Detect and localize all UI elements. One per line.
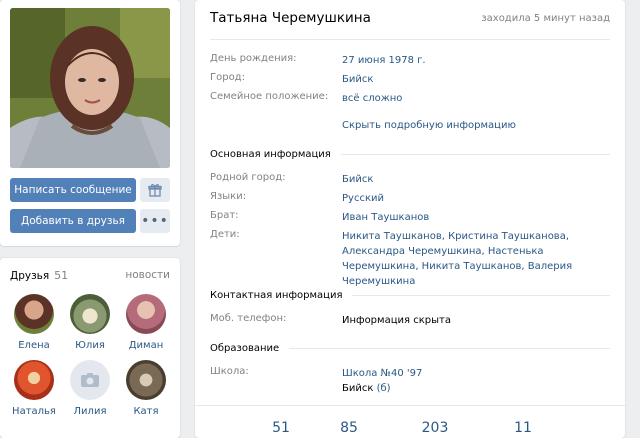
friend-avatar-placeholder: [70, 360, 110, 400]
counter-photos[interactable]: 203: [410, 420, 460, 436]
info-value-link[interactable]: Иван Таушканов: [342, 210, 622, 225]
info-value-link[interactable]: Бийск: [342, 72, 622, 87]
info-value-link[interactable]: Русский: [342, 191, 622, 206]
friend-item[interactable]: Лилия: [62, 360, 118, 417]
school-link[interactable]: Школа №40 '97: [342, 366, 622, 381]
friends-news-link[interactable]: новости: [125, 269, 170, 282]
info-value: Информация скрыта: [342, 315, 451, 326]
online-status: заходила 5 минут назад: [481, 13, 610, 24]
school-city: Бийск: [342, 383, 374, 394]
add-friend-button[interactable]: Добавить в друзья: [10, 209, 136, 233]
info-key: Семейное положение:: [210, 91, 329, 102]
info-value-link[interactable]: Бийск: [342, 172, 622, 187]
friend-name: Катя: [133, 406, 159, 417]
camera-icon: [81, 373, 99, 387]
info-key: День рождения:: [210, 53, 297, 64]
friend-item[interactable]: Елена: [6, 294, 62, 351]
section-title: Образование: [210, 343, 280, 354]
info-key: Брат:: [210, 210, 239, 221]
info-value-link[interactable]: Никита Таушканов, Кристина Таушканова, А…: [342, 229, 620, 289]
counter-friends[interactable]: 51: [256, 420, 306, 436]
friend-avatar: [14, 294, 54, 334]
section-title: Контактная информация: [210, 290, 343, 301]
friend-avatar: [126, 360, 166, 400]
friend-item[interactable]: Наталья: [6, 360, 62, 417]
section-line: [352, 295, 610, 296]
section-contacts: Контактная информация: [210, 290, 610, 301]
profile-photo[interactable]: [10, 8, 170, 168]
section-education: Образование: [210, 343, 610, 354]
friends-count: 51: [54, 269, 69, 282]
section-line: [340, 154, 610, 155]
gift-button[interactable]: [140, 178, 170, 202]
info-value-link[interactable]: всё сложно: [342, 91, 622, 106]
profile-photo-image: [10, 8, 170, 168]
friend-avatar: [14, 360, 54, 400]
friends-title-link[interactable]: Друзья 51: [10, 269, 68, 282]
info-key: Город:: [210, 72, 245, 83]
info-key: Родной город:: [210, 172, 286, 183]
school-class-link[interactable]: (б): [377, 383, 391, 394]
friends-title: Друзья: [10, 270, 50, 282]
friend-name: Наталья: [12, 406, 56, 417]
info-value-link[interactable]: 27 июня 1978 г.: [342, 53, 622, 68]
page-title: Татьяна Черемушкина: [210, 10, 371, 26]
info-key: Языки:: [210, 191, 247, 202]
section-title: Основная информация: [210, 149, 331, 160]
counter-followers[interactable]: 85: [324, 420, 374, 436]
section-line: [289, 348, 610, 349]
profile-info-card: Татьяна Черемушкина заходила 5 минут наз…: [195, 0, 625, 438]
friend-avatar: [70, 294, 110, 334]
friend-avatar: [126, 294, 166, 334]
friends-block: Друзья 51 новости Елена Юлия Диман Наталь…: [0, 258, 180, 438]
info-key: Моб. телефон:: [210, 313, 287, 324]
hide-details-link[interactable]: Скрыть подробную информацию: [342, 120, 516, 131]
counter-videos[interactable]: 11: [498, 420, 548, 436]
friend-name: Диман: [128, 340, 164, 351]
profile-photo-card: Написать сообщение Добавить в друзья •••: [0, 0, 180, 246]
friend-name: Юлия: [75, 340, 105, 351]
friend-item[interactable]: Диман: [118, 294, 174, 351]
friend-item[interactable]: Юлия: [62, 294, 118, 351]
info-key: Школа:: [210, 366, 249, 377]
profile-counters: 51 85 203 11: [195, 405, 625, 438]
school-city-line: Бийск (б): [342, 381, 622, 396]
gift-icon: [148, 184, 162, 197]
friend-item[interactable]: Катя: [118, 360, 174, 417]
divider: [210, 39, 610, 40]
friends-header: Друзья 51 новости: [10, 269, 170, 282]
info-key: Дети:: [210, 229, 240, 240]
friend-name: Елена: [18, 340, 50, 351]
section-basic-info: Основная информация: [210, 149, 610, 160]
send-message-button[interactable]: Написать сообщение: [10, 178, 136, 202]
friend-name: Лилия: [73, 406, 107, 417]
more-actions-button[interactable]: •••: [140, 209, 170, 233]
